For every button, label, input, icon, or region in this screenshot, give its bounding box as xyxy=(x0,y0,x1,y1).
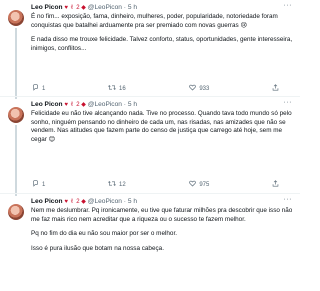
more-options-icon[interactable]: ··· xyxy=(284,196,293,203)
share-button[interactable] xyxy=(272,179,280,190)
reply-button[interactable]: 1 xyxy=(31,83,46,94)
tweet-actions: 1 12 975 xyxy=(31,179,280,190)
author-name[interactable]: Leo Picon xyxy=(31,4,63,11)
heart-icon xyxy=(188,84,196,94)
retweet-count: 12 xyxy=(118,181,126,188)
author-handle[interactable]: @LeoPicon xyxy=(88,198,122,205)
more-options-icon[interactable]: ··· xyxy=(284,2,293,9)
tweet-text: É no fim... exposição, fama, dinheiro, m… xyxy=(31,13,293,53)
retweet-icon xyxy=(108,84,116,94)
author-handle[interactable]: @LeoPicon xyxy=(88,101,122,108)
retweet-button[interactable]: 12 xyxy=(108,180,126,190)
like-button[interactable]: 933 xyxy=(188,84,209,94)
reply-icon xyxy=(31,83,39,94)
tweet-paragraph: E nada disso me trouxe felicidade. Talve… xyxy=(31,36,293,52)
share-icon xyxy=(272,179,280,190)
tweet-paragraph: Felicidade eu não tive alcançando nada. … xyxy=(31,110,292,143)
retweet-button[interactable]: 16 xyxy=(108,84,126,94)
heart-icon xyxy=(188,180,196,190)
tweet-header: Leo Picon ♥ ✌ 2 ◆ @LeoPicon · 5 h xyxy=(31,197,137,207)
tweet-header: Leo Picon ♥ ✌ 2 ◆ @LeoPicon · 5 h xyxy=(31,3,137,13)
tweet-timestamp[interactable]: · 5 h xyxy=(124,198,137,205)
tweet-text: Felicidade eu não tive alcançando nada. … xyxy=(31,110,293,144)
tweet-timestamp[interactable]: · 5 h xyxy=(124,4,137,11)
tweet[interactable]: Leo Picon ♥ ✌ 2 ◆ @LeoPicon · 5 h ··· É … xyxy=(0,0,300,99)
tweet-header: Leo Picon ♥ ✌ 2 ◆ @LeoPicon · 5 h xyxy=(31,100,137,110)
tweet-paragraph: É no fim... exposição, fama, dinheiro, m… xyxy=(31,13,278,29)
share-icon xyxy=(272,83,280,94)
tweet-text: Nem me deslumbrar. Pq ironicamente, eu t… xyxy=(31,207,293,253)
author-name[interactable]: Leo Picon xyxy=(31,101,63,108)
retweet-count: 16 xyxy=(118,85,126,92)
tweet[interactable]: Leo Picon ♥ ✌ 2 ◆ @LeoPicon · 5 h ··· Fe… xyxy=(0,97,300,196)
tweet-paragraph: Nem me deslumbrar. Pq ironicamente, eu t… xyxy=(31,207,293,223)
tweet-timestamp[interactable]: · 5 h xyxy=(124,101,137,108)
badges: ♥ ✌ 2 ◆ xyxy=(64,199,86,205)
thread-connector-line xyxy=(15,28,17,99)
reply-button[interactable]: 1 xyxy=(31,179,46,190)
reply-count: 1 xyxy=(42,181,46,188)
badges: ♥ ✌ 2 ◆ xyxy=(64,5,86,11)
share-button[interactable] xyxy=(272,83,280,94)
tweet-paragraph: Pq no fim do dia eu não sou maior por se… xyxy=(31,230,177,238)
like-count: 933 xyxy=(199,85,210,92)
badges: ♥ ✌ 2 ◆ xyxy=(64,102,86,108)
avatar[interactable] xyxy=(8,107,24,123)
avatar[interactable] xyxy=(8,204,24,220)
tweet[interactable]: Leo Picon ♥ ✌ 2 ◆ @LeoPicon · 5 h ··· Ne… xyxy=(0,194,300,291)
author-handle[interactable]: @LeoPicon xyxy=(88,4,122,11)
more-options-icon[interactable]: ··· xyxy=(284,99,293,106)
like-button[interactable]: 975 xyxy=(188,180,209,190)
avatar[interactable] xyxy=(8,10,24,26)
retweet-icon xyxy=(108,180,116,190)
tweet-paragraph: Isso é pura ilusão que botam na nossa ca… xyxy=(31,244,164,252)
thread-connector-line xyxy=(15,125,17,196)
tweet-actions: 1 16 933 xyxy=(31,83,280,94)
reply-icon xyxy=(31,179,39,190)
author-name[interactable]: Leo Picon xyxy=(31,198,63,205)
reply-count: 1 xyxy=(42,85,46,92)
like-count: 975 xyxy=(199,181,210,188)
